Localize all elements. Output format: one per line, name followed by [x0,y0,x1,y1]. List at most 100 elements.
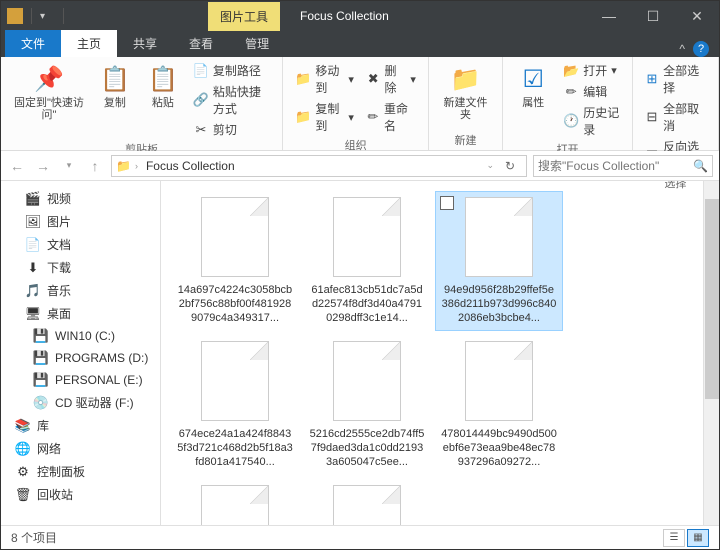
delete-icon: ✖ [366,71,381,87]
file-pane[interactable]: 14a697c4224c3058bcb2bf756c88bf00f4819289… [161,181,703,525]
sidebar-item-icon: 🗑 [15,487,31,503]
item-count: 8 个项目 [11,529,57,546]
file-item[interactable]: 478014449bc9490d500ebf6e73eaa9be48ec7893… [435,335,563,475]
tab-home[interactable]: 主页 [61,30,117,57]
breadcrumb[interactable]: Focus Collection [142,159,239,173]
copy-path-button[interactable]: 📄复制路径 [191,61,272,80]
refresh-button[interactable]: ↻ [498,159,522,173]
delete-button[interactable]: ✖删除 ▾ [364,61,418,97]
collapse-ribbon-icon[interactable]: ^ [679,42,685,56]
file-item[interactable]: 94e9d956f28b29ffef5e386d211b973d996c8402… [435,191,563,331]
sidebar-item-label: 网络 [37,440,61,457]
sidebar-item-label: 桌面 [47,305,71,322]
icons-view-button[interactable]: ▦ [687,529,709,547]
file-item[interactable]: 61afec813cb51dc7a5dd22574f8df3d40a479102… [303,191,431,331]
move-icon: 📁 [295,71,311,87]
pin-button[interactable]: 📌固定到"快速访问" [11,61,87,123]
new-group-label: 新建 [455,130,477,148]
new-folder-button[interactable]: 📁新建文件夹 [439,61,492,123]
rename-button[interactable]: ✏重命名 [364,99,418,135]
copy-to-button[interactable]: 📁复制到 ▾ [293,99,356,135]
sidebar-item-icon: 🎵 [25,283,41,299]
open-button[interactable]: 📂打开 ▾ [561,61,622,80]
sidebar-item[interactable]: 💿CD 驱动器 (F:) [1,391,160,414]
edit-button[interactable]: ✏编辑 [561,82,622,101]
tab-manage[interactable]: 管理 [229,30,285,57]
scroll-thumb[interactable] [705,199,719,399]
sidebar: 🎬视频🖼图片📄文档⬇下载🎵音乐 🖥 桌面 💾WIN10 (C:)💾PROGRAMS (… [1,181,161,525]
sidebar-item[interactable]: 📄文档 [1,233,160,256]
sidebar-item-label: 视频 [47,190,71,207]
maximize-button[interactable]: ☐ [631,1,675,31]
address-box[interactable]: 📁 › Focus Collection ⌄ ↻ [111,155,527,177]
sidebar-item[interactable]: ⬇下载 [1,256,160,279]
select-all-button[interactable]: ⊞全部选择 [643,61,708,97]
help-icon[interactable]: ? [693,41,709,57]
file-item[interactable]: bbf14181b4f056e890856e54f13c58b23112538b… [303,479,431,525]
sidebar-item[interactable]: 📚库 [1,414,160,437]
sidebar-item-label: 控制面板 [37,463,85,480]
minimize-button[interactable]: — [587,1,631,31]
sidebar-item-label: 图片 [47,213,71,230]
history-button[interactable]: 🕐历史记录 [561,103,622,139]
up-button[interactable]: ↑ [85,156,105,176]
sidebar-item-icon: 📄 [25,237,41,253]
sidebar-item[interactable]: 💾WIN10 (C:) [1,325,160,347]
cut-button[interactable]: ✂剪切 [191,120,272,139]
file-name: 14a697c4224c3058bcb2bf756c88bf00f4819289… [177,283,293,325]
file-item[interactable]: 14a697c4224c3058bcb2bf756c88bf00f4819289… [171,191,299,331]
tab-view[interactable]: 查看 [173,30,229,57]
sidebar-item[interactable]: 🎵音乐 [1,279,160,302]
sidebar-item-icon: ⬇ [25,260,41,276]
sidebar-item[interactable]: 🎬视频 [1,187,160,210]
file-icon [201,197,269,277]
tab-file[interactable]: 文件 [5,30,61,57]
tab-share[interactable]: 共享 [117,30,173,57]
paste-button[interactable]: 📋粘贴 [143,61,183,111]
scrollbar[interactable] [703,181,719,525]
sidebar-item-label: PERSONAL (E:) [55,373,143,387]
file-name: 5216cd2555ce2db74ff57f9daed3da1c0dd21933… [309,427,425,469]
edit-icon: ✏ [563,84,579,100]
file-name: 94e9d956f28b29ffef5e386d211b973d996c8402… [441,283,557,325]
move-to-button[interactable]: 📁移动到 ▾ [293,61,356,97]
sidebar-item-label: 库 [37,417,49,434]
sidebar-item[interactable]: 🗑回收站 [1,483,160,506]
search-icon[interactable]: 🔍 [693,159,708,173]
sidebar-item-icon: 🖥 [25,306,41,322]
file-item[interactable]: ad466945e328e5bbde0cddd4ce85af3fda65ac1a… [171,479,299,525]
ribbon: 📌固定到"快速访问" 📋复制 📋粘贴 📄复制路径 🔗粘贴快捷方式 ✂剪切 剪贴板… [1,57,719,151]
forward-button[interactable]: → [33,156,53,176]
folder-icon: 📁 [116,159,131,173]
folder-icon: 📁 [450,63,482,95]
details-view-button[interactable]: ☰ [663,529,685,547]
pin-icon: 📌 [33,63,65,95]
paste-shortcut-button[interactable]: 🔗粘贴快捷方式 [191,82,272,118]
sidebar-item-label: CD 驱动器 (F:) [55,394,134,411]
rename-icon: ✏ [366,109,380,125]
sidebar-item[interactable]: ⚙ 控制面板 [1,460,160,483]
sidebar-item[interactable]: 🌐网络 [1,437,160,460]
chevron-down-icon[interactable]: ⌄ [486,160,494,171]
sidebar-item-icon: ⚙ [15,464,31,480]
sidebar-item[interactable]: 🖼图片 [1,210,160,233]
copy-button[interactable]: 📋复制 [95,61,135,111]
shortcut-icon: 🔗 [193,92,209,108]
qat-dropdown-icon[interactable]: ▾ [40,11,45,22]
file-item[interactable]: 674ece24a1a424f88435f3d721c468d2b5f18a3f… [171,335,299,475]
file-name: 674ece24a1a424f88435f3d721c468d2b5f18a3f… [177,427,293,469]
sidebar-item[interactable]: 💾PROGRAMS (D:) [1,347,160,369]
titlebar: ▾ 图片工具 Focus Collection — ☐ ✕ [1,1,719,31]
file-item[interactable]: 5216cd2555ce2db74ff57f9daed3da1c0dd21933… [303,335,431,475]
recent-dropdown[interactable]: ▾ [59,156,79,176]
sidebar-item[interactable]: 💾PERSONAL (E:) [1,369,160,391]
chevron-right-icon[interactable]: › [135,161,138,171]
file-icon [201,341,269,421]
sidebar-item[interactable]: 🖥 桌面 [1,302,160,325]
search-input[interactable] [538,159,693,173]
close-button[interactable]: ✕ [675,1,719,31]
back-button[interactable]: ← [7,156,27,176]
select-none-button[interactable]: ⊟全部取消 [643,99,708,135]
search-box[interactable]: 🔍 [533,155,713,177]
properties-button[interactable]: ☑属性 [513,61,553,111]
